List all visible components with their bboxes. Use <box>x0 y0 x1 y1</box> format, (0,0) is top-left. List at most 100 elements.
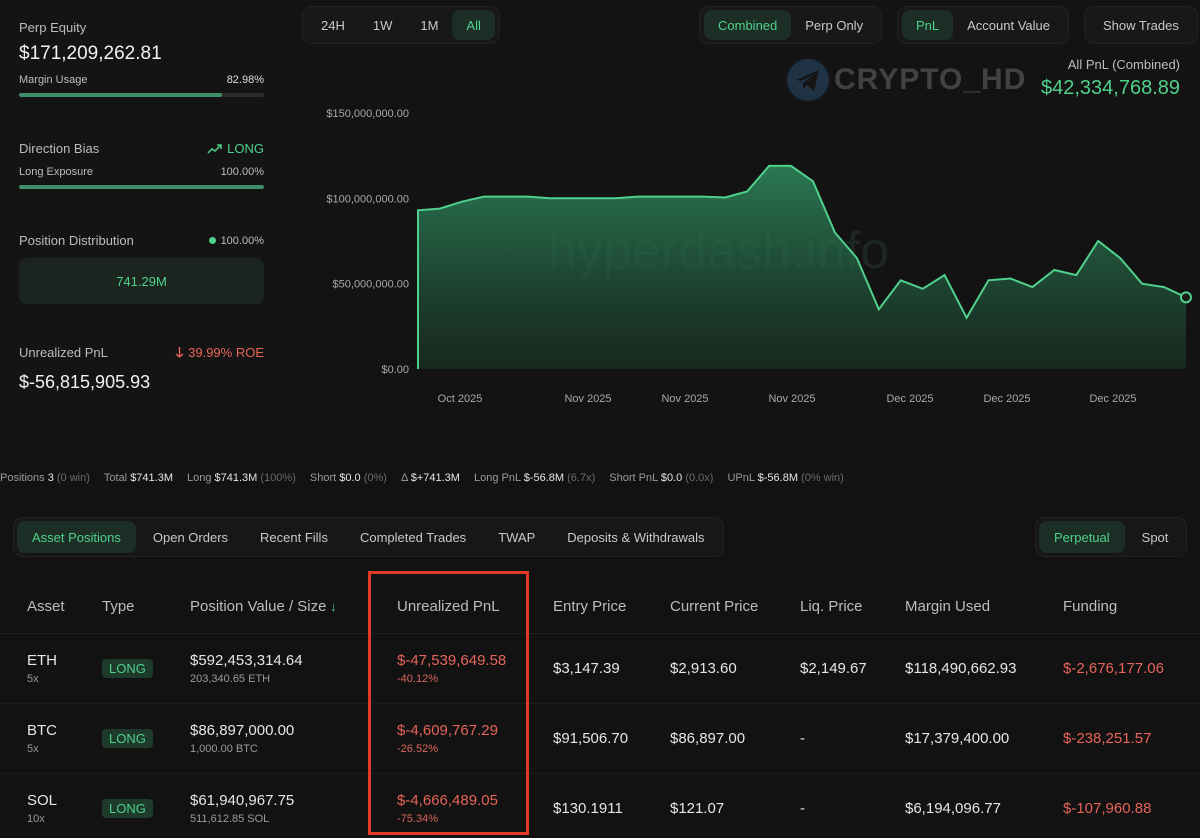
current-price: $86,897.00 <box>670 730 746 747</box>
summary-key: Short <box>309 472 340 484</box>
market-tab-spot[interactable]: Spot <box>1127 521 1184 553</box>
perp-equity-value: $171,209,262.81 <box>19 43 162 64</box>
funding: $-2,676,177.06 <box>1063 660 1164 677</box>
sort-arrow-icon[interactable]: ↓ <box>326 599 337 614</box>
column-header[interactable]: Liq. Price <box>800 598 863 615</box>
summary-key: UPnL <box>727 472 758 484</box>
asset-cell: BTC 5x <box>27 722 57 755</box>
margin-used: $118,490,662.93 <box>905 660 1017 677</box>
summary-key: Long <box>187 472 215 484</box>
liq-price: - <box>800 730 805 747</box>
tab-asset-positions[interactable]: Asset Positions <box>17 521 136 553</box>
unrealized-pnl-cell: $-4,666,489.05 -75.34% <box>397 792 498 825</box>
asset-leverage: 10x <box>27 813 45 825</box>
table-row[interactable]: SOL 10x LONG $61,940,967.75 511,612.85 SOL $-… <box>0 774 1200 838</box>
column-header[interactable]: Funding <box>1063 598 1117 615</box>
column-header[interactable]: Margin Used <box>905 598 990 615</box>
margin-used: $17,379,400.00 <box>905 730 1010 747</box>
summary-value: $-56.8M <box>523 472 565 484</box>
column-header[interactable]: Current Price <box>670 598 758 615</box>
asset-symbol: ETH <box>27 652 57 669</box>
summary-item: Positions 3 (0 win) <box>0 472 90 484</box>
margin-used: $6,194,096.77 <box>905 800 1001 817</box>
liq-price: - <box>800 800 805 817</box>
pnl-chart-svg: hyperdash.info$150,000,000.00$100,000,00… <box>326 108 1192 405</box>
unrealized-pnl-label: Unrealized PnL <box>19 345 108 360</box>
asset-cell: SOL 10x <box>27 792 57 825</box>
unrealized-pnl-pct: -40.12% <box>397 673 438 685</box>
summary-extra: (0 win) <box>53 472 90 484</box>
summary-item: UPnL $-56.8M (0% win) <box>727 472 843 484</box>
summary-value: $-56.8M <box>757 472 798 484</box>
arrow-down-icon <box>175 347 184 358</box>
y-tick-label: $100,000,000.00 <box>326 193 409 205</box>
summary-extra: (6.7x) <box>564 472 596 484</box>
current-price: $121.07 <box>670 800 725 817</box>
column-header[interactable]: Unrealized PnL <box>397 598 500 615</box>
asset-cell: ETH 5x <box>27 652 57 685</box>
column-header[interactable]: Asset <box>27 598 65 615</box>
x-tick-label: Nov 2025 <box>768 393 815 405</box>
tab-recent-fills[interactable]: Recent Fills <box>245 521 343 553</box>
summary-value: $0.0 <box>660 472 683 484</box>
summary-key: Δ <box>400 472 411 484</box>
entry-price: $130.1911 <box>553 800 623 817</box>
summary-value: $741.3M <box>214 472 258 484</box>
unrealized-pnl-cell: $-47,539,649.58 -40.12% <box>397 652 506 685</box>
funding: $-107,960.88 <box>1063 800 1152 817</box>
y-tick-label: $0.00 <box>381 364 409 376</box>
x-tick-label: Dec 2025 <box>886 393 933 405</box>
tab-open-orders[interactable]: Open Orders <box>138 521 243 553</box>
position-size: 203,340.65 ETH <box>190 673 271 685</box>
column-header[interactable]: Entry Price <box>553 598 626 615</box>
dot-icon <box>208 237 216 244</box>
summary-extra: (0%) <box>360 472 387 484</box>
summary-key: Long PnL <box>473 472 524 484</box>
summary-key: Total <box>103 472 131 484</box>
perp-equity-stat: Perp Equity $171,209,262.81 Margin Usage… <box>19 20 264 97</box>
tab-completed-trades[interactable]: Completed Trades <box>345 521 481 553</box>
long-exposure-value: 100.00% <box>220 166 264 178</box>
position-distribution-box[interactable]: 741.29M <box>19 258 264 304</box>
y-tick-label: $50,000,000.00 <box>333 279 409 291</box>
type-badge: LONG <box>102 729 153 748</box>
tab-twap[interactable]: TWAP <box>483 521 550 553</box>
position-distribution-value: 100.00% <box>220 234 264 247</box>
table-row[interactable]: ETH 5x LONG $592,453,314.64 203,340.65 ETH $-… <box>0 634 1200 704</box>
summary-extra: (0% win) <box>797 472 844 484</box>
unrealized-pnl-value: $-4,609,767.29 <box>397 722 498 739</box>
table-header: Asset Type Position Value / Size ↓ Unrealiz… <box>0 580 1200 634</box>
column-header[interactable]: Type <box>102 598 135 615</box>
direction-bias-label: Direction Bias <box>19 141 100 156</box>
position-distribution-label: Position Distribution <box>19 233 134 248</box>
position-distribution-stat: Position Distribution 100.00% 741.29M <box>19 233 264 304</box>
margin-usage-label: Margin Usage <box>19 74 88 86</box>
tab-deposits-withdrawals[interactable]: Deposits & Withdrawals <box>552 521 719 553</box>
summary-item: Short $0.0 (0%) <box>310 472 387 484</box>
position-size: 511,612.85 SOL <box>190 813 270 825</box>
market-tab-perpetual[interactable]: Perpetual <box>1039 521 1125 553</box>
summary-value: $0.0 <box>339 472 361 484</box>
direction-bias-value: LONG <box>227 141 264 156</box>
liq-price: $2,149.67 <box>800 660 867 677</box>
summary-item: Long $741.3M (100%) <box>187 472 296 484</box>
last-point-marker[interactable] <box>1180 291 1192 304</box>
position-tabs: Asset Positions Open Orders Recent Fills Co… <box>13 517 724 557</box>
x-tick-label: Dec 2025 <box>983 393 1030 405</box>
entry-price: $91,506.70 <box>553 730 629 747</box>
asset-symbol: SOL <box>27 792 58 809</box>
position-value: $61,940,967.75 <box>190 792 295 809</box>
summary-item: Δ $+741.3M <box>401 472 460 484</box>
unrealized-pnl-pct: -26.52% <box>397 743 438 755</box>
asset-symbol: BTC <box>27 722 57 739</box>
perp-equity-label: Perp Equity <box>19 20 87 35</box>
position-value-cell: $61,940,967.75 511,612.85 SOL <box>190 792 294 825</box>
column-header[interactable]: Position Value / Size ↓ <box>190 598 337 615</box>
type-cell: LONG <box>102 659 153 678</box>
account-summary-panel: Perp Equity $171,209,262.81 Margin Usage… <box>0 0 285 440</box>
long-exposure-bar <box>19 185 264 189</box>
table-row[interactable]: BTC 5x LONG $86,897,000.00 1,000.00 BTC $-4,6… <box>0 704 1200 774</box>
x-tick-label: Dec 2025 <box>1089 393 1136 405</box>
type-cell: LONG <box>102 799 153 818</box>
positions-summary-strip: Positions 3 (0 win) Total $741.3M Long $74… <box>0 468 1200 488</box>
